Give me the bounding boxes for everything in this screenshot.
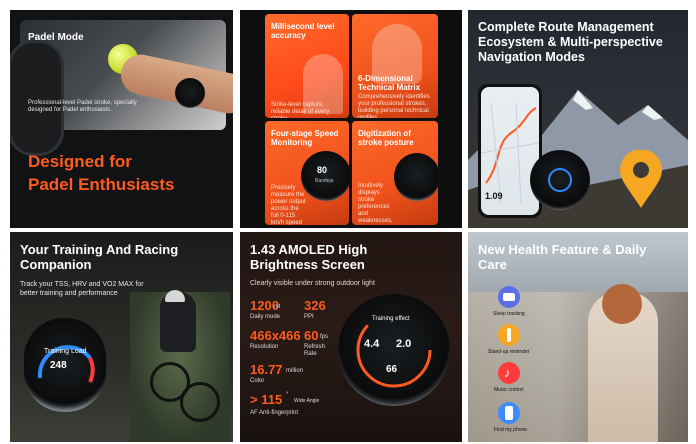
tile-title: 6-Dimensional Technical Matrix xyxy=(358,74,421,92)
spec-unit: ° xyxy=(286,392,289,398)
screen-sub: Clearly visible under strong outdoor lig… xyxy=(250,280,375,287)
tile-body: Precisely measure the power output acros… xyxy=(271,185,306,225)
tile-body: Strike-level capture, reliable detail of… xyxy=(271,102,330,118)
watch-value-2: 2.0 xyxy=(396,338,412,350)
watch-title: Training effect xyxy=(372,316,410,322)
phone-distance: 1.09 xyxy=(485,191,503,201)
feature-label: Music control xyxy=(494,387,524,393)
headline-line1: Designed for xyxy=(28,152,132,171)
watch-graphic xyxy=(530,150,590,210)
feature-label: Stand-up reminder xyxy=(488,349,530,355)
stand-icon xyxy=(498,324,520,346)
watch-value: 80 xyxy=(317,165,328,175)
watch-value-3: 66 xyxy=(386,364,398,375)
watch-graphic xyxy=(394,153,438,201)
watch-graphic: 80 Bandeja xyxy=(301,151,349,201)
tile-accuracy: Millisecond level accuracy Strike-level … xyxy=(265,14,349,118)
health-headline: New Health Feature & Daily Care xyxy=(478,242,647,272)
tile-body: Comprehensively identifies your professi… xyxy=(358,94,430,118)
music-icon: ♪ xyxy=(498,362,520,384)
tile-body: Intuitively displays stroke preferences … xyxy=(358,183,393,224)
tile-matrix: 6-Dimensional Technical Matrix Comprehen… xyxy=(352,14,438,118)
spec-unit: fps xyxy=(320,334,329,340)
feature-label: Sleep tracking xyxy=(493,311,525,317)
wheel-graphic xyxy=(180,382,220,422)
tile-speed: 80 Bandeja Four-stage Speed Monitoring P… xyxy=(265,121,349,225)
spec-unit: million xyxy=(286,368,304,374)
spec-value: 326 xyxy=(304,298,326,313)
watch-label: Bandeja xyxy=(315,178,334,184)
racket-graphic xyxy=(10,40,64,156)
spec-value: 16.77 xyxy=(250,362,283,377)
headline-line2: Padel Enthusiasts xyxy=(28,175,175,194)
feature-label: Find my phone xyxy=(494,427,528,433)
spec-label: PPI xyxy=(304,314,314,320)
anti-fingerprint-label: AF Anti-fingerprint xyxy=(250,410,299,416)
watch-value: 248 xyxy=(50,360,67,371)
panel-features: Millisecond level accuracy Strike-level … xyxy=(240,10,462,228)
spec-label: Daily mode xyxy=(250,314,281,320)
tile-title: Millisecond level accuracy xyxy=(271,22,335,40)
sleep-icon xyxy=(498,286,520,308)
panel-screen: 1.43 AMOLED High Brightness Screen Clear… xyxy=(240,232,462,442)
panel-training: Your Training And Racing Companion Track… xyxy=(10,232,233,442)
panel-health: New Health Feature & Daily Care Sleep tr… xyxy=(468,232,688,442)
training-headline: Your Training And Racing Companion xyxy=(20,242,179,272)
tile-posture: Digitization of stroke posture Intuitive… xyxy=(352,121,438,225)
phone-icon xyxy=(498,402,520,424)
spec-value: > 115 xyxy=(250,392,283,407)
watch-graphic xyxy=(175,78,205,108)
spec-value: 60 xyxy=(304,328,319,343)
watch-graphic: Training effect 4.4 2.0 66 xyxy=(338,294,450,406)
spec-unit: nit xyxy=(274,304,281,310)
watch-title: Training Load xyxy=(44,348,87,355)
screen-headline: 1.43 AMOLED High Brightness Screen xyxy=(250,242,368,272)
panel-padel: Padel Mode Professional-level Padel stro… xyxy=(10,10,233,228)
tile-title: Four-stage Speed Monitoring xyxy=(271,129,339,147)
watch-graphic: Training Load 248 xyxy=(24,318,106,412)
spec-value: 466x466 xyxy=(250,328,301,343)
padel-desc: Professional-level Padel stroke, special… xyxy=(28,100,137,113)
spec-label: Wide Angle xyxy=(294,398,320,404)
watch-value-1: 4.4 xyxy=(364,338,380,350)
nav-headline: Complete Route Management Ecosystem & Mu… xyxy=(478,20,663,64)
spec-label: Color xyxy=(250,378,265,384)
phone-graphic: 1.09 xyxy=(478,84,542,218)
spec-label: Refresh Rate xyxy=(304,344,326,357)
spec-label: Resolution xyxy=(250,344,279,350)
training-desc: Track your TSS, HRV and VO2 MAX for bett… xyxy=(20,281,144,297)
tile-title: Digitization of stroke posture xyxy=(358,129,414,147)
panel-navigation: Complete Route Management Ecosystem & Mu… xyxy=(468,10,688,228)
hair-graphic xyxy=(602,284,642,324)
location-pin-icon xyxy=(620,150,662,208)
padel-mode-badge: Padel Mode xyxy=(28,32,84,43)
